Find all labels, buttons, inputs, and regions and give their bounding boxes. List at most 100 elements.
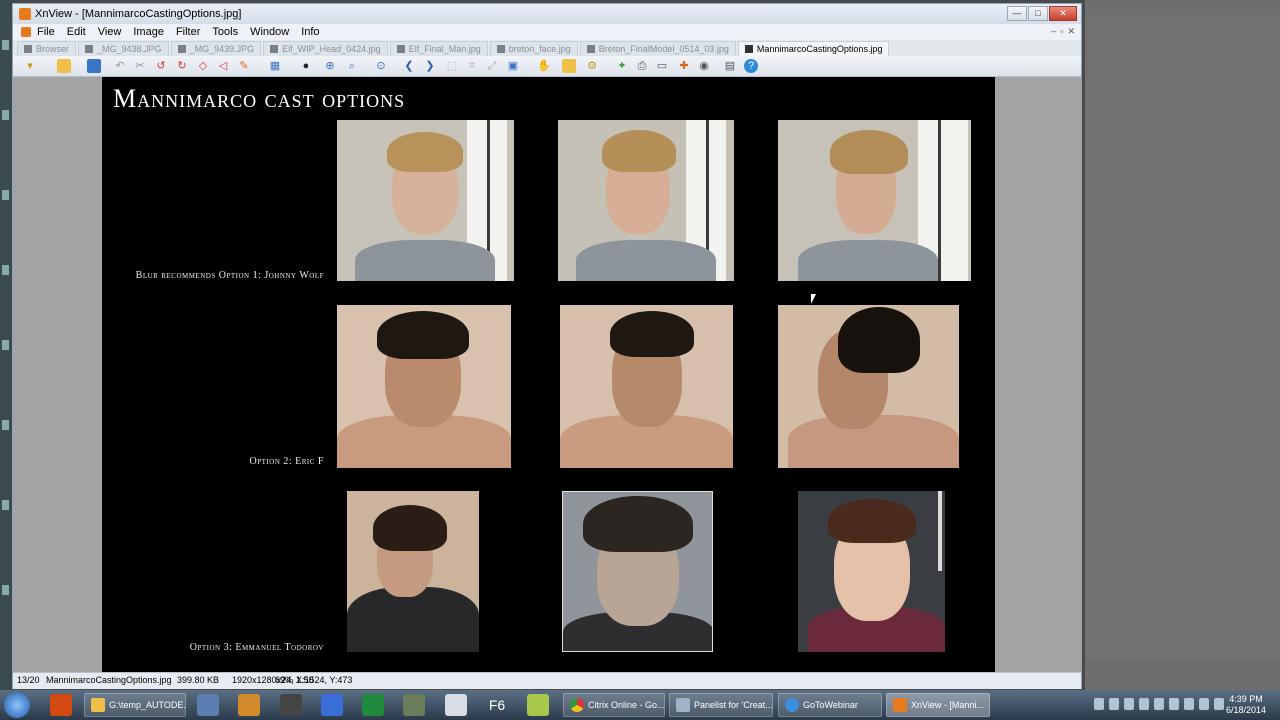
tab-image[interactable]: _MG_9438.JPG [78, 41, 169, 56]
tray-icon[interactable] [1109, 698, 1119, 710]
folder-open-icon[interactable]: ▾ [23, 59, 37, 73]
zoom-icon[interactable]: ⌕ [345, 59, 359, 73]
menu-window[interactable]: Window [250, 26, 289, 38]
save-icon[interactable] [87, 59, 101, 73]
desktop-icon [2, 500, 9, 510]
tray-icon[interactable] [1214, 698, 1224, 710]
rotate-right-icon[interactable]: ↻ [175, 59, 189, 73]
adjust-icon[interactable]: ● [299, 59, 313, 73]
document-icon [676, 698, 690, 712]
taskbar-button-panelist[interactable]: Panelist for 'Creat... [669, 693, 773, 717]
start-button[interactable] [4, 692, 30, 718]
tab-image[interactable]: Elf_WIP_Head_0424.jpg [263, 41, 388, 56]
photo-figure [828, 499, 916, 543]
prev-icon[interactable]: ❮ [402, 59, 416, 73]
taskbar-clock[interactable]: 4:39 PM 6/18/2014 [1226, 694, 1266, 716]
undo-icon[interactable]: ↶ [113, 59, 127, 73]
browse-icon[interactable]: ✋ [537, 59, 551, 73]
properties-icon[interactable]: ▤ [723, 59, 737, 73]
tray-icon[interactable] [1154, 698, 1164, 710]
taskbar-button-chrome[interactable]: Citrix Online - Go... [563, 693, 665, 717]
settings-icon[interactable]: ⚙ [585, 59, 599, 73]
document-menu-icon[interactable] [21, 27, 31, 37]
menu-view[interactable]: View [98, 26, 122, 38]
tab-active-image[interactable]: MannimarcoCastingOptions.jpg [737, 41, 890, 56]
open-icon[interactable] [57, 59, 71, 73]
tab-image[interactable]: Elf_Final_Man.jpg [389, 41, 488, 56]
menu-image[interactable]: Image [133, 26, 164, 38]
taskbar-button-explorer[interactable]: G:\temp_AUTODE... [84, 693, 186, 717]
casting-slide-image: Mannimarco cast options Blur recommends … [102, 77, 995, 672]
pinned-app-icon[interactable] [280, 694, 302, 716]
status-coords: X:1524, Y:473 [296, 675, 353, 685]
capture-icon[interactable]: ✚ [677, 59, 691, 73]
resize-icon[interactable]: ▦ [268, 59, 282, 73]
taskbar-button-xnview[interactable]: XnView - [Manni... [886, 693, 990, 717]
print-icon[interactable]: ⎙ [635, 59, 649, 73]
slideshow-icon[interactable]: ▣ [506, 59, 520, 73]
next-icon[interactable]: ❯ [423, 59, 437, 73]
menu-tools[interactable]: Tools [212, 26, 238, 38]
tab-label: Elf_WIP_Head_0424.jpg [282, 44, 381, 54]
camera-icon[interactable]: ◉ [697, 59, 711, 73]
photo-figure [377, 311, 469, 359]
menu-file[interactable]: File [37, 26, 55, 38]
photo-figure [355, 240, 495, 281]
doc-restore-button[interactable]: ▫ [1060, 26, 1063, 37]
tab-browser[interactable]: Browser [17, 41, 77, 56]
zoom-fit-icon[interactable]: ⊙ [374, 59, 388, 73]
pinned-app-icon[interactable] [321, 694, 343, 716]
f6-app-icon[interactable]: F6 [486, 694, 508, 716]
photo-figure [583, 496, 693, 552]
image-icon [744, 45, 753, 53]
pinned-app-icon[interactable] [445, 694, 467, 716]
rotate-left-icon[interactable]: ↺ [154, 59, 168, 73]
tab-image[interactable]: Breton_FinalModel_0514_03.jpg [579, 41, 736, 56]
tray-icon[interactable] [1169, 698, 1179, 710]
maximize-button[interactable]: □ [1028, 6, 1048, 21]
pinned-app-icon[interactable] [238, 694, 260, 716]
tray-icon[interactable] [1199, 698, 1209, 710]
fullscreen-icon[interactable]: ⤢ [485, 59, 499, 73]
status-index: 13/20 [17, 675, 40, 685]
tray-icon[interactable] [1124, 698, 1134, 710]
pinned-app-icon[interactable] [527, 694, 549, 716]
pinned-app-icon[interactable] [362, 694, 384, 716]
title-bar[interactable]: XnView - [MannimarcoCastingOptions.jpg] … [13, 4, 1081, 24]
flip-icon[interactable]: ◇ [196, 59, 210, 73]
close-button[interactable]: ✕ [1049, 6, 1077, 21]
doc-minimize-button[interactable]: – [1051, 26, 1056, 37]
pinned-app-icon[interactable] [197, 694, 219, 716]
menu-filter[interactable]: Filter [176, 26, 200, 38]
tab-image[interactable]: _MG_9439.JPG [170, 41, 262, 56]
tray-icon[interactable] [1094, 698, 1104, 710]
pinned-app-icon[interactable] [403, 694, 425, 716]
batch-icon[interactable]: ✦ [615, 59, 629, 73]
tab-image[interactable]: breton_face.jpg [489, 41, 578, 56]
cut-icon[interactable]: ✂ [133, 59, 147, 73]
tray-icon[interactable] [1184, 698, 1194, 710]
option-1-three-quarter-photo [558, 120, 734, 281]
crop-icon[interactable]: ⌗ [465, 59, 479, 73]
minimize-button[interactable]: — [1007, 6, 1027, 21]
open-folder-icon[interactable] [562, 59, 576, 73]
taskbar-button-gotowebinar[interactable]: GoToWebinar [778, 693, 882, 717]
status-zoom: 69% [275, 675, 294, 685]
slide-title: Mannimarco cast options [113, 84, 406, 113]
select-icon[interactable]: ⬚ [445, 59, 459, 73]
photo-figure [373, 505, 447, 551]
zoom-in-icon[interactable]: ⊕ [323, 59, 337, 73]
doc-close-button[interactable]: ✕ [1067, 26, 1075, 37]
option-3-photo-1 [347, 491, 479, 652]
menu-info[interactable]: Info [301, 26, 319, 38]
taskbar-button-label: Panelist for 'Creat... [694, 700, 773, 710]
image-viewport[interactable]: Mannimarco cast options Blur recommends … [13, 77, 1081, 672]
pinned-app-icon[interactable] [50, 694, 72, 716]
scan-icon[interactable]: ▭ [655, 59, 669, 73]
photo-figure [610, 311, 694, 357]
menu-edit[interactable]: Edit [67, 26, 86, 38]
flip-h-icon[interactable]: ◁ [216, 59, 230, 73]
tray-icon[interactable] [1139, 698, 1149, 710]
effects-icon[interactable]: ✎ [237, 59, 251, 73]
help-icon[interactable]: ? [744, 59, 758, 73]
